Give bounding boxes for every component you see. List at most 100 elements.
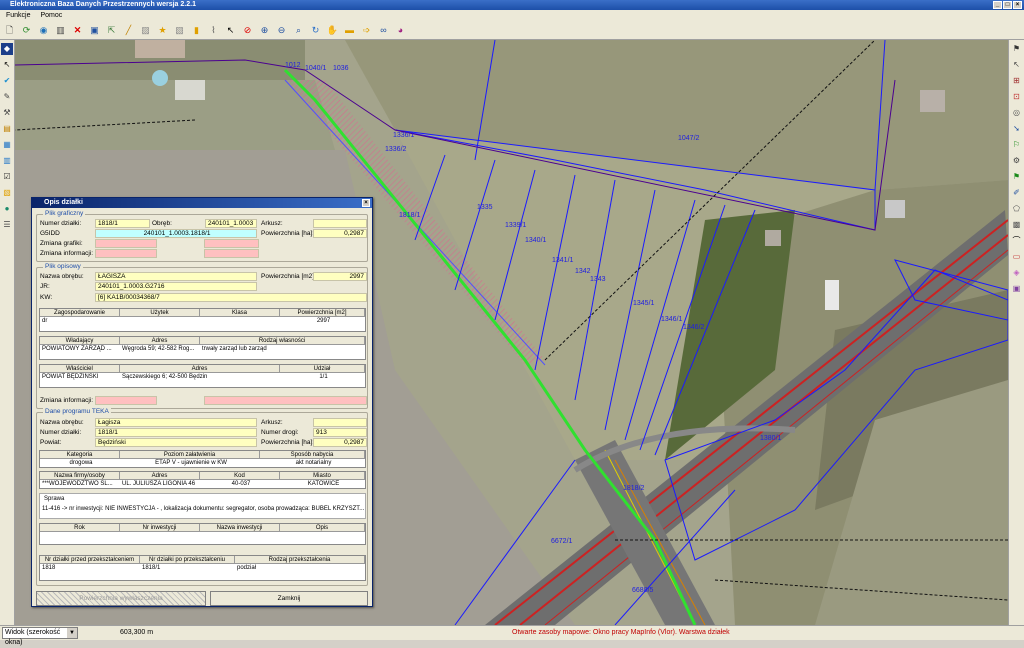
list-icon[interactable]: ☰: [1, 219, 13, 231]
delete-doc-icon[interactable]: ▥: [53, 23, 68, 38]
pencil-icon[interactable]: ✎: [1, 91, 13, 103]
close-red-icon[interactable]: ✕: [70, 23, 85, 38]
teka-numer-drogi-field[interactable]: 913: [313, 428, 367, 437]
zoom-icon[interactable]: ⌕: [291, 23, 306, 38]
crosshair-icon[interactable]: ⊞: [1011, 75, 1023, 87]
view-select[interactable]: Widok (szerokość okna) ▼: [2, 627, 78, 646]
pen-icon[interactable]: ╱: [121, 23, 136, 38]
minimize-button[interactable]: _: [993, 1, 1002, 9]
rotate-icon[interactable]: ↻: [308, 23, 323, 38]
line-icon[interactable]: ⌒: [1011, 235, 1023, 247]
save-icon[interactable]: ▣: [1011, 283, 1023, 295]
new-icon[interactable]: 🗋: [2, 23, 17, 38]
check-icon[interactable]: ✔: [1, 75, 13, 87]
poly-icon[interactable]: ⬠: [1011, 203, 1023, 215]
maximize-button[interactable]: □: [1003, 1, 1012, 9]
rect-icon[interactable]: ▭: [1011, 251, 1023, 263]
jr-field[interactable]: 240101_1.0003.G2716: [95, 282, 257, 291]
edit-icon[interactable]: ☑: [1, 171, 13, 183]
zoom-out-icon[interactable]: ⊖: [274, 23, 289, 38]
descriptive-section-title: Plik opisowy: [43, 263, 83, 270]
pen-icon[interactable]: ✐: [1011, 187, 1023, 199]
investment-table: Rok Nr inwestycji Nazwa inwestycji Opis: [39, 523, 366, 545]
map-label: 1036: [333, 65, 349, 72]
logo-icon[interactable]: ◆: [1, 43, 13, 55]
no-entry-icon[interactable]: ⊘: [240, 23, 255, 38]
table-header: Rodzaj własności: [200, 337, 365, 345]
table-cell: ETAP V - ujawnienie w KW: [155, 460, 227, 466]
sprawa-box: Sprawa 11-416 -> nr inwestycji: NIE INWE…: [39, 493, 366, 519]
pointer-icon[interactable]: ↖: [223, 23, 238, 38]
zmiana-informacji-field-2[interactable]: [204, 396, 367, 405]
layers-icon[interactable]: ▤: [1, 123, 13, 135]
table-header: Udział: [280, 365, 365, 373]
refresh-icon[interactable]: ⟳: [19, 23, 34, 38]
arrow-icon[interactable]: ↖: [1, 59, 13, 71]
marker-icon[interactable]: ⚐: [1011, 139, 1023, 151]
teka-numer-dzialki-field[interactable]: 1818/1: [95, 428, 257, 437]
hatch-icon[interactable]: ▨: [138, 23, 153, 38]
pow-ha-field[interactable]: 0,2987: [313, 229, 367, 238]
dialog-close-icon[interactable]: ×: [362, 199, 370, 207]
select-icon[interactable]: ▩: [1011, 219, 1023, 231]
teka-pow-ha-field[interactable]: 0,2987: [313, 438, 367, 447]
table-header: Kategoria: [40, 451, 120, 459]
brush-icon[interactable]: ⌇: [206, 23, 221, 38]
zmiana-grafiki-field-2[interactable]: [204, 239, 259, 248]
zmiana-informacji-field[interactable]: [95, 249, 157, 258]
nazwa-obrebu-field[interactable]: ŁAGISZA: [95, 272, 257, 281]
g5idd-field[interactable]: 240101_1.0003.1818/1: [95, 229, 257, 238]
hand-icon[interactable]: ✋: [325, 23, 340, 38]
globe-icon[interactable]: ◉: [36, 23, 51, 38]
table-header: Kod: [200, 472, 280, 480]
map-label: 1040/1: [305, 65, 327, 72]
flag2-icon[interactable]: ⚑: [1011, 171, 1023, 183]
color-icon[interactable]: ▧: [1, 187, 13, 199]
teka-arkusz-field[interactable]: [313, 418, 367, 427]
owner-table: Władający Adres Rodzaj własności POWIATO…: [39, 336, 366, 360]
cylinder-icon[interactable]: ▮: [189, 23, 204, 38]
teka-numer-drogi-label: Numer drogi:: [261, 429, 299, 436]
palette-icon[interactable]: ◕: [393, 23, 408, 38]
arrow-icon[interactable]: ➘: [1011, 123, 1023, 135]
close-button[interactable]: Zamknij: [210, 591, 368, 606]
chevron-down-icon[interactable]: ▼: [67, 628, 77, 638]
arkusz-field[interactable]: [313, 219, 367, 228]
save-icon[interactable]: ▣: [87, 23, 102, 38]
menu-pomoc[interactable]: Pomoc: [40, 12, 62, 19]
dialog-title-bar[interactable]: Opis działki ×: [32, 198, 372, 208]
photo-icon[interactable]: ▦: [1, 139, 13, 151]
circle-icon[interactable]: ⊡: [1011, 91, 1023, 103]
folder-arrow-icon[interactable]: ➩: [359, 23, 374, 38]
zmiana-informacji-field-2[interactable]: [204, 249, 259, 258]
flag-icon[interactable]: ⚑: [1011, 43, 1023, 55]
menu-funkcje[interactable]: Funkcje: [6, 12, 31, 19]
zmiana-grafiki-field[interactable]: [95, 239, 157, 248]
teka-powiat-field[interactable]: Będziński: [95, 438, 257, 447]
obreb-field[interactable]: 240101_1.0003: [205, 219, 257, 228]
globe-icon[interactable]: ●: [1, 203, 13, 215]
chart-icon[interactable]: ▥: [1, 155, 13, 167]
export-icon[interactable]: ⇱: [104, 23, 119, 38]
table-cell: akt notarialny: [295, 460, 332, 466]
kw-field[interactable]: [6] KA1B/00034368/7: [95, 293, 367, 302]
pow-m2-field[interactable]: 2997: [313, 272, 367, 281]
zmiana-informacji-field[interactable]: [95, 396, 157, 405]
link-icon[interactable]: ∞: [376, 23, 391, 38]
map-label: 1339/1: [505, 222, 527, 229]
gear-icon[interactable]: ⚙: [1011, 155, 1023, 167]
jr-label: JR:: [40, 283, 50, 290]
zoom-icon[interactable]: ↖: [1011, 59, 1023, 71]
wrench-icon[interactable]: ⚒: [1, 107, 13, 119]
numer-field[interactable]: 1818/1: [95, 219, 150, 228]
close-window-button[interactable]: ×: [1013, 1, 1022, 9]
zoom-in-icon[interactable]: ⊕: [257, 23, 272, 38]
star-icon[interactable]: ★: [155, 23, 170, 38]
teka-nazwa-obrebu-field[interactable]: Łagisza: [95, 418, 257, 427]
measure-icon[interactable]: ▬: [342, 23, 357, 38]
table-cell: 1818/1: [142, 565, 161, 571]
hatch2-icon[interactable]: ▧: [172, 23, 187, 38]
expropriation-area-button[interactable]: Powierzchnia wywłaszczenia: [36, 591, 206, 606]
color-icon[interactable]: ◈: [1011, 267, 1023, 279]
target-icon[interactable]: ◎: [1011, 107, 1023, 119]
